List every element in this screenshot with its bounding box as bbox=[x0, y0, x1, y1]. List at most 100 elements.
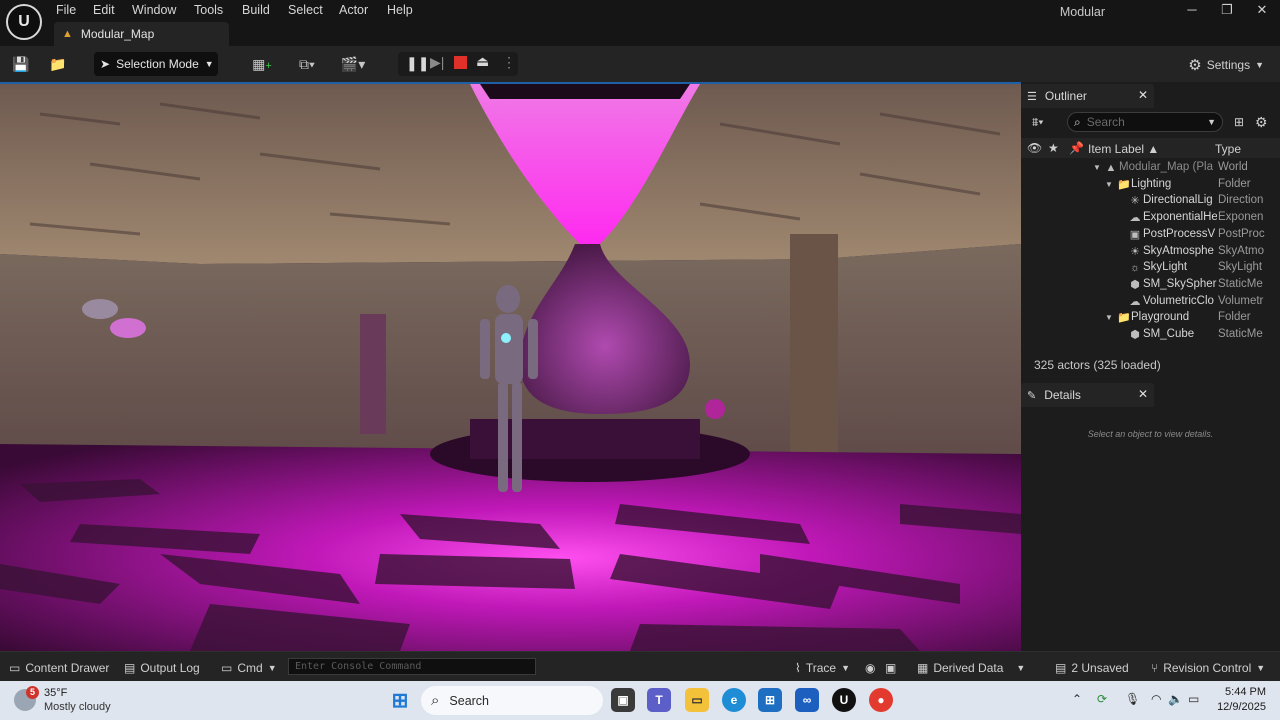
trace-dropdown[interactable]: ⌇ Trace ▼ bbox=[795, 661, 850, 675]
outliner-row[interactable]: ▼ 📁 Playground Folder bbox=[1021, 310, 1280, 326]
add-actor-icon[interactable]: ▦+ bbox=[247, 55, 277, 73]
stop-icon[interactable] bbox=[454, 56, 467, 69]
expand-arrow-icon[interactable]: ▼ bbox=[1091, 162, 1103, 174]
actors-count: 325 actors (325 loaded) bbox=[1034, 358, 1161, 372]
menu-window[interactable]: Window bbox=[132, 3, 176, 17]
minimize-button[interactable]: ─ bbox=[1177, 2, 1207, 17]
outliner-row-label: SkyLight bbox=[1143, 261, 1188, 274]
revision-control-label: Revision Control bbox=[1163, 661, 1252, 675]
edge-icon[interactable]: e bbox=[722, 688, 746, 712]
menu-tools[interactable]: Tools bbox=[194, 3, 223, 17]
save-icon[interactable]: 💾 bbox=[12, 55, 30, 73]
derived-data-dropdown[interactable]: ▦ Derived Data ▼ bbox=[917, 661, 1025, 675]
col-type[interactable]: Type bbox=[1215, 142, 1241, 156]
visual-studio-icon[interactable]: ∞ bbox=[795, 688, 819, 712]
col-item-label[interactable]: Item Label ▲ bbox=[1088, 142, 1159, 156]
restore-button[interactable]: ❐ bbox=[1212, 2, 1242, 18]
output-log-label: Output Log bbox=[140, 661, 200, 675]
windows-start-icon[interactable]: ⊞ bbox=[388, 688, 412, 712]
expand-arrow-icon[interactable]: ▼ bbox=[1103, 312, 1115, 324]
screenshot-icon[interactable]: ▣ bbox=[885, 661, 896, 675]
visibility-icon[interactable]: 👁 bbox=[1027, 141, 1042, 155]
outliner-search-input[interactable]: ⌕ Search ▼ bbox=[1067, 112, 1223, 132]
outliner-row[interactable]: ▼ 📁 Lighting Folder bbox=[1021, 177, 1280, 193]
chevron-up-icon[interactable]: ⌃ bbox=[1072, 692, 1082, 706]
outliner-row-label: Playground bbox=[1131, 311, 1190, 324]
expand-arrow-icon[interactable]: ▼ bbox=[1103, 179, 1115, 191]
more-options-icon[interactable]: ⋮ bbox=[502, 54, 516, 71]
eject-icon[interactable]: ⏏ bbox=[476, 53, 489, 70]
tab-label: Modular_Map bbox=[80, 27, 155, 41]
content-drawer-button[interactable]: ▭ Content Drawer bbox=[9, 661, 109, 675]
outliner-row[interactable]: ☼ SkyLight SkyLight bbox=[1021, 260, 1280, 276]
teams-icon[interactable]: T bbox=[647, 688, 671, 712]
battery-icon[interactable]: ▭ bbox=[1188, 692, 1199, 706]
favorite-icon[interactable]: ★ bbox=[1048, 141, 1059, 155]
outliner-row[interactable]: ☁ ExponentialHe Exponen bbox=[1021, 210, 1280, 226]
cmd-dropdown[interactable]: ▭ Cmd ▼ bbox=[221, 661, 277, 675]
sync-icon[interactable]: ⟳ bbox=[1097, 692, 1107, 706]
blueprint-icon[interactable]: ⧉▾ bbox=[292, 55, 322, 73]
tab-modular-map[interactable]: ▲ Modular_Map bbox=[54, 22, 229, 46]
menu-file[interactable]: File bbox=[56, 3, 76, 17]
menu-edit[interactable]: Edit bbox=[93, 3, 115, 17]
outliner-row[interactable]: ▣ PostProcessV PostProc bbox=[1021, 227, 1280, 243]
menu-actor[interactable]: Actor bbox=[339, 3, 368, 17]
store-icon[interactable]: ⊞ bbox=[758, 688, 782, 712]
menu-build[interactable]: Build bbox=[242, 3, 270, 17]
unsaved-button[interactable]: ▤ 2 Unsaved bbox=[1055, 661, 1129, 675]
outliner-row-icon: ▣ bbox=[1129, 228, 1141, 241]
cmd-label: Cmd bbox=[237, 661, 263, 675]
outliner-row[interactable]: ▼ ▲ Modular_Map (Pla World bbox=[1021, 160, 1280, 176]
outliner-row[interactable]: ⬢ SM_Cube StaticMe bbox=[1021, 327, 1280, 343]
level-viewport[interactable] bbox=[0, 82, 1021, 651]
task-view-icon[interactable]: ▣ bbox=[611, 688, 635, 712]
close-icon[interactable]: ✕ bbox=[1138, 88, 1148, 102]
chevron-down-icon: ▼ bbox=[1207, 117, 1216, 127]
recorder-app-icon[interactable]: ● bbox=[869, 688, 893, 712]
console-input[interactable]: Enter Console Command bbox=[288, 658, 536, 675]
output-log-button[interactable]: ▤ Output Log bbox=[124, 661, 200, 675]
outliner-row[interactable]: ☀ SkyAtmosphe SkyAtmo bbox=[1021, 244, 1280, 260]
close-icon[interactable]: ✕ bbox=[1138, 387, 1148, 401]
new-folder-icon[interactable]: ⊞ bbox=[1234, 115, 1244, 129]
record-icon[interactable]: ◉ bbox=[865, 661, 875, 675]
wifi-icon[interactable]: ◠ bbox=[1151, 692, 1161, 706]
outliner-row-type: World bbox=[1218, 161, 1248, 173]
menu-help[interactable]: Help bbox=[387, 3, 413, 17]
database-icon: ▦ bbox=[917, 661, 929, 675]
pause-icon[interactable]: ❚❚ bbox=[406, 55, 429, 72]
step-icon[interactable]: ▶| bbox=[430, 54, 444, 71]
taskbar-search[interactable]: ⌕ Search bbox=[421, 686, 603, 715]
speaker-icon[interactable]: 🔈 bbox=[1168, 692, 1183, 706]
outliner-row-icon: ▲ bbox=[1105, 162, 1117, 174]
outliner-row-icon: ⬢ bbox=[1130, 329, 1140, 341]
outliner-row-type: StaticMe bbox=[1218, 328, 1263, 340]
outliner-tab-label: Outliner bbox=[1044, 89, 1087, 103]
outliner-row[interactable]: ⬢ SM_SkySphere StaticMe bbox=[1021, 277, 1280, 293]
outliner-row-label: PostProcessV bbox=[1143, 227, 1216, 240]
pin-icon[interactable]: 📌 bbox=[1069, 141, 1084, 155]
outliner-row[interactable]: ✳ DirectionalLig Direction bbox=[1021, 193, 1280, 209]
tab-outliner[interactable]: ☰ Outliner ✕ bbox=[1021, 84, 1154, 108]
microphone-icon[interactable]: 🎙 bbox=[1125, 692, 1140, 706]
tab-details[interactable]: ✎ Details ✕ bbox=[1021, 383, 1154, 407]
menu-select[interactable]: Select bbox=[288, 3, 323, 17]
cinematics-icon[interactable]: 🎬▾ bbox=[338, 55, 368, 73]
gear-icon[interactable]: ⚙ bbox=[1255, 114, 1268, 131]
weather-widget[interactable]: 5 35°F Mostly cloudy bbox=[14, 686, 111, 714]
file-explorer-icon[interactable]: ▭ bbox=[685, 688, 709, 712]
settings-button[interactable]: ⚙ Settings ▼ bbox=[1188, 56, 1264, 74]
outliner-row[interactable]: ☁ VolumetricClo Volumetr bbox=[1021, 294, 1280, 310]
close-window-button[interactable]: ✕ bbox=[1247, 2, 1277, 18]
outliner-row-icon: ☁ bbox=[1129, 212, 1141, 225]
browse-icon[interactable]: 📁 bbox=[49, 55, 67, 73]
filter-icon[interactable]: ⩩▾ bbox=[1032, 115, 1043, 130]
clock[interactable]: 5:44 PM 12/9/2025 bbox=[1217, 685, 1266, 715]
selection-mode-dropdown[interactable]: ➤ Selection Mode ▼ bbox=[94, 52, 218, 76]
trace-label: Trace bbox=[805, 661, 837, 675]
unreal-logo-icon[interactable]: U bbox=[6, 4, 42, 40]
title-bar: U File Edit Window Tools Build Select Ac… bbox=[0, 0, 1280, 46]
revision-control-dropdown[interactable]: ⑂ Revision Control ▼ bbox=[1151, 661, 1265, 675]
unreal-engine-icon[interactable]: U bbox=[832, 688, 856, 712]
